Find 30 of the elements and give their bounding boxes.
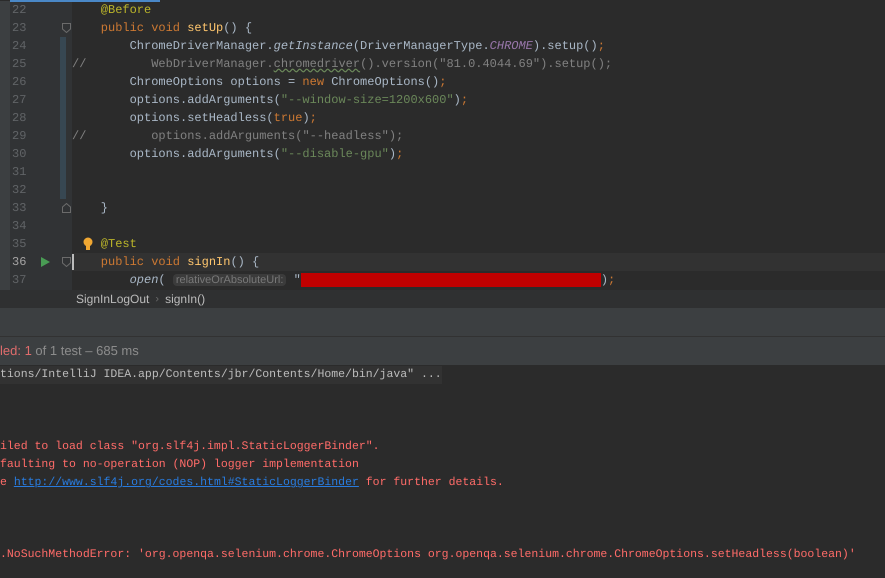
error-line: faulting to no-operation (NOP) logger implementation — [0, 457, 359, 474]
code-line: ChromeDriverManager.getInstance(DriverManagerType.CHROME).setup(); — [130, 38, 605, 55]
parameter-hint: relativeOrAbsoluteUrl: — [172, 274, 286, 286]
code-line: public void setUp() { — [100, 20, 252, 37]
code-line: options.addArguments("--disable-gpu"); — [130, 146, 404, 163]
code-line: options.setHeadless(true); — [130, 110, 317, 127]
breadcrumb-separator: › — [155, 292, 160, 307]
fold-icon[interactable] — [62, 257, 71, 267]
test-status: led: 1 of 1 test – 685 ms — [0, 342, 139, 360]
run-icon[interactable] — [41, 257, 50, 267]
code-line: @Test — [100, 236, 137, 253]
code-line: // options.addArguments("--headless"); — [72, 128, 404, 145]
code-line: open( relativeOrAbsoluteUrl: " ); — [130, 272, 616, 289]
error-line: iled to load class "org.slf4j.impl.StaticLoggerBinder". — [0, 439, 380, 456]
code-line: @Before — [100, 2, 152, 19]
error-line: .NoSuchMethodError: 'org.openqa.selenium.chrome.ChromeOptions org.openqa.selenium.chrome.ChromeOptions.setHeadless(boolean)' — [0, 547, 856, 564]
lightbulb-icon[interactable] — [83, 237, 93, 251]
line-number: 36 — [12, 254, 26, 271]
code-line: } — [100, 200, 108, 217]
error-line: e — [0, 475, 8, 492]
code-line: ChromeOptions options = new ChromeOptions(); — [130, 74, 446, 91]
code-line: options.addArguments("--window-size=1200x600"); — [130, 92, 468, 109]
breadcrumb-item[interactable]: signIn() — [165, 290, 206, 308]
fold-icon[interactable] — [62, 203, 71, 213]
breadcrumb-item[interactable]: SignInLogOut — [76, 290, 150, 308]
fold-icon[interactable] — [62, 23, 71, 33]
text-caret — [72, 254, 74, 270]
code-line: // WebDriverManager.chromedriver().version("81.0.4044.69").setup(); — [72, 56, 612, 73]
error-line: for further details. — [364, 475, 504, 492]
code-line: public void signIn() { — [100, 254, 260, 271]
